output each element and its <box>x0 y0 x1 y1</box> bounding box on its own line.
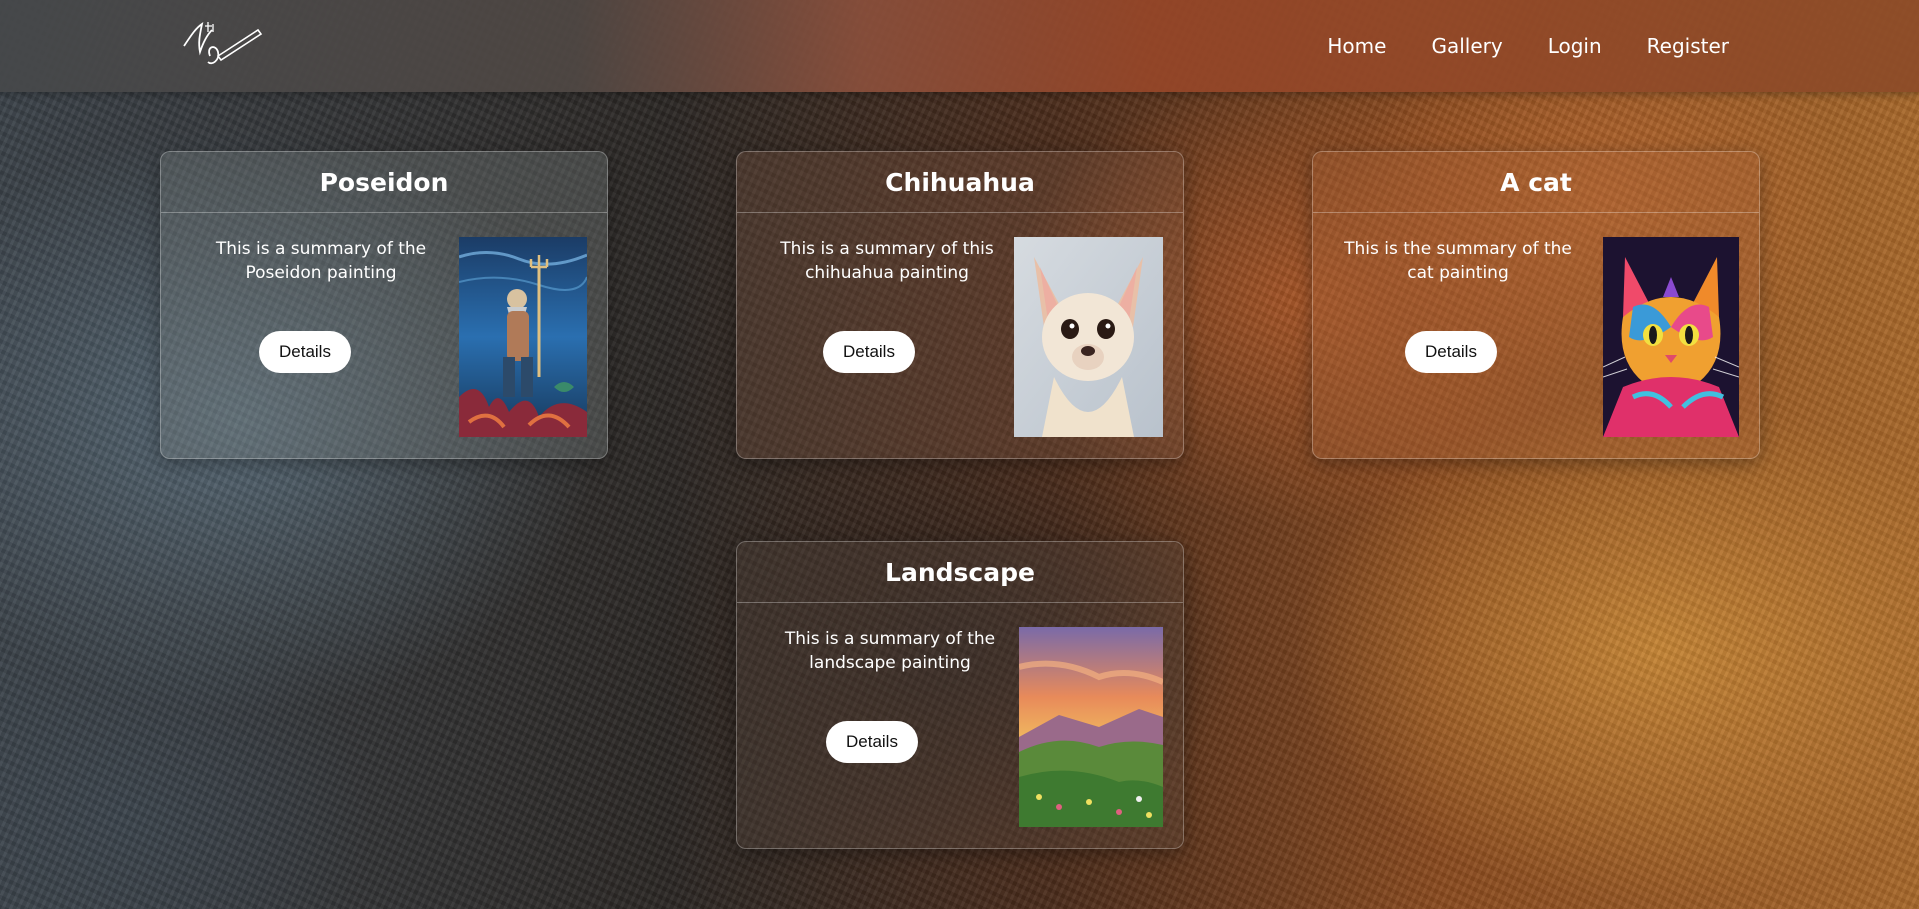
artwork-card-poseidon: Poseidon This is a summary of the Poseid… <box>160 151 608 459</box>
card-body: This is the summary of the cat painting … <box>1313 213 1759 458</box>
card-summary: This is a summary of the Poseidon painti… <box>215 239 427 283</box>
details-button[interactable]: Details <box>826 721 918 763</box>
artwork-card-chihuahua: Chihuahua This is a summary of this chih… <box>736 151 1184 459</box>
card-summary: This is a summary of the landscape paint… <box>784 629 996 673</box>
nav-home-link[interactable]: Home <box>1327 34 1386 58</box>
card-title: Chihuahua <box>885 167 1035 197</box>
details-button[interactable]: Details <box>1405 331 1497 373</box>
top-navbar: Home Gallery Login Register <box>0 0 1919 92</box>
nav-gallery-link[interactable]: Gallery <box>1431 34 1502 58</box>
artwork-card-landscape: Landscape This is a summary of the lands… <box>736 541 1184 849</box>
artwork-card-cat: A cat This is the summary of the cat pai… <box>1312 151 1760 459</box>
card-body: This is a summary of this chihuahua pain… <box>737 213 1183 458</box>
card-header: A cat <box>1313 152 1759 213</box>
chihuahua-painting[interactable] <box>1014 237 1163 437</box>
details-button[interactable]: Details <box>259 331 351 373</box>
nav-login-link[interactable]: Login <box>1548 34 1602 58</box>
poseidon-painting[interactable] <box>459 237 587 437</box>
card-header: Landscape <box>737 542 1183 603</box>
card-summary: This is the summary of the cat painting <box>1344 239 1572 283</box>
details-button[interactable]: Details <box>823 331 915 373</box>
nav-links: Home Gallery Login Register <box>1327 0 1729 92</box>
card-body: This is a summary of the Poseidon painti… <box>161 213 607 458</box>
card-title: Poseidon <box>319 167 449 197</box>
card-body: This is a summary of the landscape paint… <box>737 603 1183 848</box>
card-summary: This is a summary of this chihuahua pain… <box>780 239 994 283</box>
nav-register-link[interactable]: Register <box>1647 34 1729 58</box>
card-header: Chihuahua <box>737 152 1183 213</box>
card-title: Landscape <box>885 557 1035 587</box>
cat-painting[interactable] <box>1603 237 1739 437</box>
landscape-painting[interactable] <box>1019 627 1163 827</box>
card-title: A cat <box>1500 167 1572 197</box>
card-header: Poseidon <box>161 152 607 213</box>
logo-icon[interactable] <box>180 16 264 72</box>
